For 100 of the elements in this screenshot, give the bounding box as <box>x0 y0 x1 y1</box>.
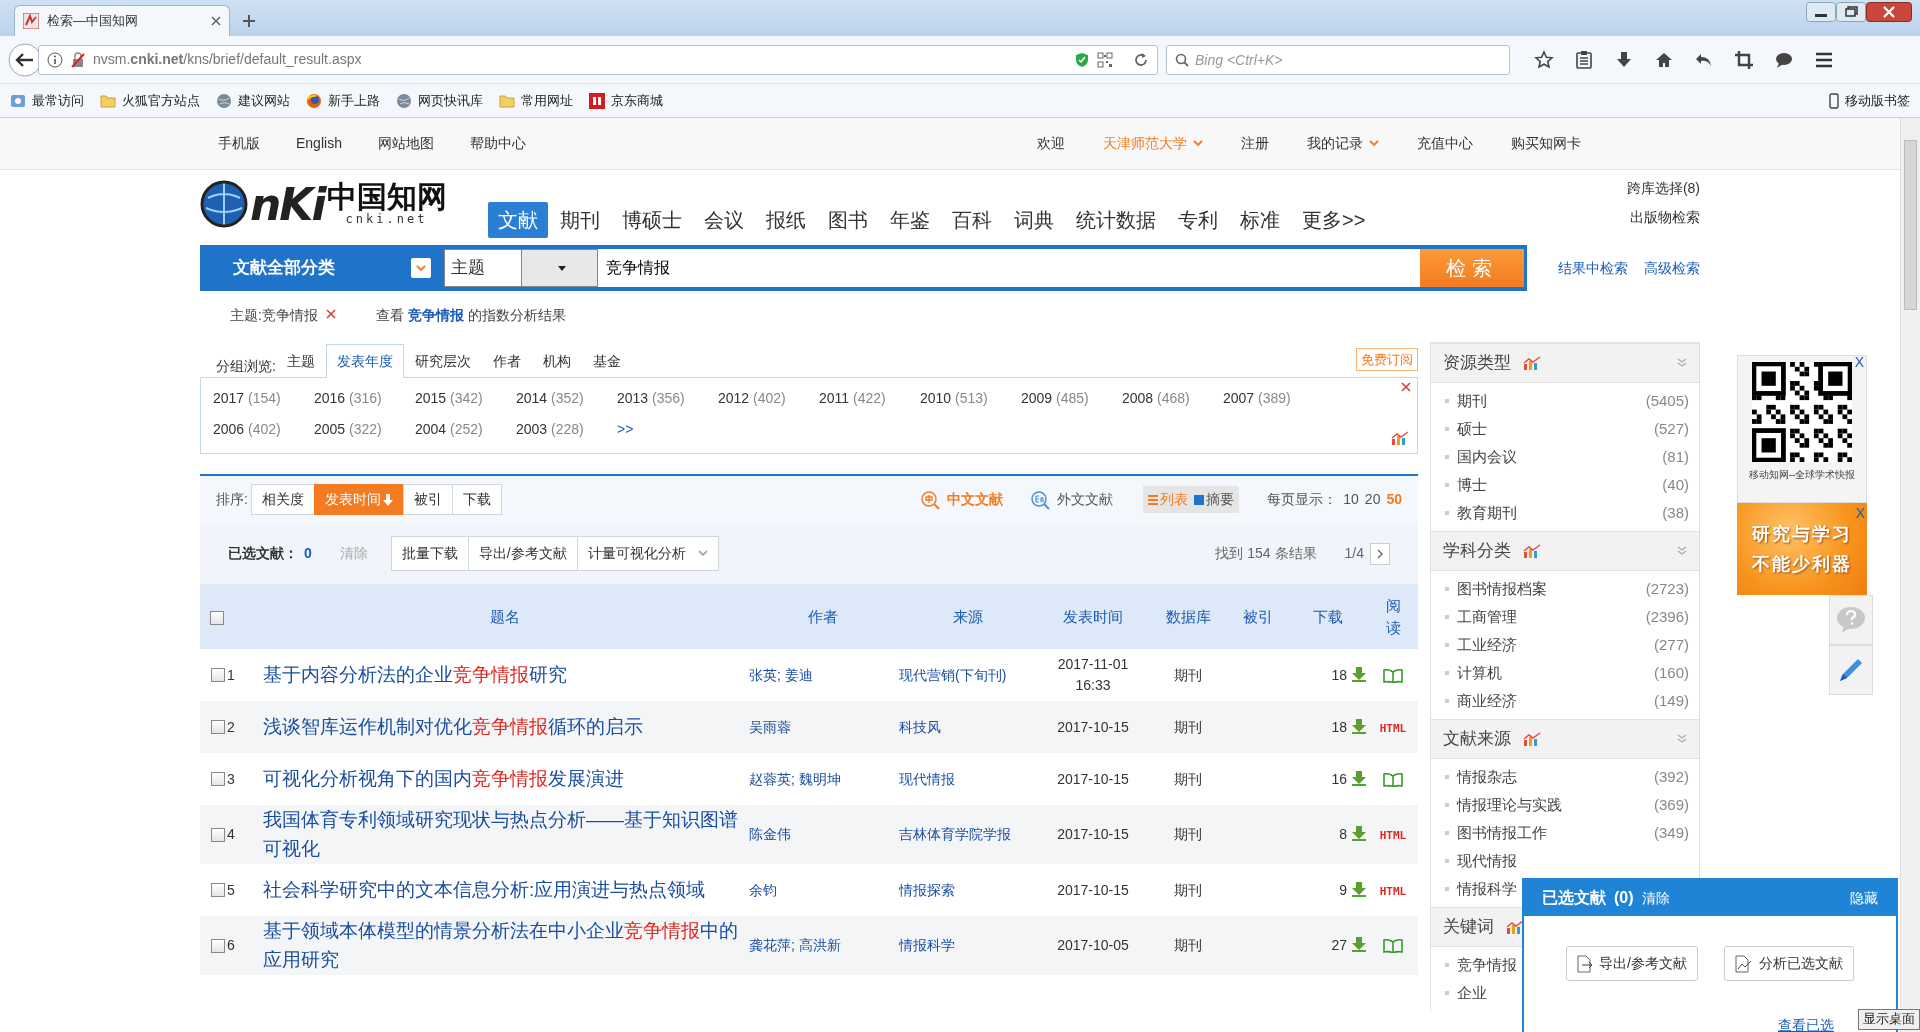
nav-link[interactable]: English <box>296 133 342 154</box>
field-select[interactable]: 主题 <box>444 249 598 287</box>
category-dropdown[interactable]: 文献全部分类 <box>203 248 441 288</box>
year-link[interactable]: 2012 <box>718 390 750 406</box>
facet-link[interactable]: 情报科学 <box>1457 877 1517 901</box>
author-link[interactable]: 陈金伟 <box>749 826 791 842</box>
bookmark-item[interactable]: 新手上路 <box>306 90 380 111</box>
author-link[interactable]: 余钧 <box>749 881 777 898</box>
action-button[interactable]: 导出/参考文献 <box>467 536 578 571</box>
facet-link[interactable]: 企业 <box>1457 981 1487 1005</box>
source-link[interactable]: 情报科学 <box>899 937 955 953</box>
facet-link[interactable]: 工商管理 <box>1457 605 1517 629</box>
facet-header[interactable]: 学科分类 <box>1431 531 1699 571</box>
database-tab[interactable]: 专利 <box>1168 202 1228 238</box>
chevron-down-icon[interactable] <box>1193 140 1203 147</box>
database-tab[interactable]: 词典 <box>1004 202 1064 238</box>
facet-header[interactable]: 文献来源 <box>1431 719 1699 759</box>
new-tab-icon[interactable] <box>242 14 256 28</box>
bookmark-item[interactable]: 网页快讯库 <box>396 90 483 111</box>
restore-icon[interactable] <box>1836 2 1866 22</box>
link[interactable]: 跨库选择(8) <box>1626 178 1700 199</box>
facet-link[interactable]: 硕士 <box>1457 417 1487 441</box>
facet-header[interactable]: 资源类型 <box>1431 343 1699 383</box>
link[interactable]: 结果中检索 <box>1558 257 1628 279</box>
row-checkbox[interactable] <box>211 772 225 786</box>
html-reader-link[interactable]: HTML <box>1379 829 1407 842</box>
collapse-icon[interactable] <box>1677 358 1687 368</box>
row-checkbox[interactable] <box>211 668 225 682</box>
sort-button[interactable]: 下载 <box>451 484 502 515</box>
shield-icon[interactable] <box>1075 51 1089 68</box>
link[interactable]: 高级检索 <box>1644 257 1700 279</box>
facet-link[interactable]: 竞争情报 <box>1457 953 1517 977</box>
browser-tab[interactable]: 检索—中国知网 <box>14 5 230 36</box>
link[interactable]: 出版物检索 <box>1630 207 1700 228</box>
facet-link[interactable]: 情报杂志 <box>1457 765 1517 789</box>
year-link[interactable]: 2017 <box>213 390 245 406</box>
ad-close-button[interactable]: X <box>1854 352 1864 373</box>
author-link[interactable]: 龚花萍; 高洪新 <box>749 937 841 953</box>
author-link[interactable]: 吴雨蓉 <box>749 718 791 735</box>
download-icon[interactable] <box>1351 880 1367 897</box>
html-reader-link[interactable]: HTML <box>1379 721 1407 735</box>
source-link[interactable]: 科技风 <box>899 718 941 735</box>
chevron-down-icon[interactable] <box>1369 140 1379 147</box>
book-icon[interactable] <box>1383 772 1403 787</box>
panel-button[interactable]: 分析已选文献 <box>1723 946 1854 981</box>
database-tab[interactable]: 文献 <box>488 202 548 238</box>
facet-link[interactable]: 博士 <box>1457 473 1487 497</box>
year-link[interactable]: 2013 <box>617 390 649 406</box>
author-link[interactable]: 赵蓉英; 魏明坤 <box>749 770 841 787</box>
panel-button[interactable]: 导出/参考文献 <box>1566 946 1698 981</box>
year-link[interactable]: 2006 <box>213 421 245 437</box>
crop-icon[interactable] <box>1734 49 1754 70</box>
chart-icon[interactable] <box>1391 431 1409 445</box>
year-link[interactable]: 2007 <box>1223 390 1255 406</box>
search-field[interactable]: Bing <Ctrl+K> <box>1166 44 1510 75</box>
bookmark-item[interactable]: 建议网站 <box>216 90 290 111</box>
nav-link[interactable]: 我的记录 <box>1288 133 1398 154</box>
facet-link[interactable]: 情报理论与实践 <box>1457 793 1562 817</box>
collapse-icon[interactable] <box>1677 734 1687 744</box>
year-link[interactable]: 2003 <box>516 421 548 437</box>
row-checkbox[interactable] <box>211 938 225 953</box>
database-tab[interactable]: 百科 <box>942 202 1002 238</box>
chart-icon[interactable] <box>1523 732 1541 746</box>
database-tab[interactable]: 报纸 <box>756 202 816 238</box>
nav-link[interactable]: 帮助中心 <box>469 133 526 154</box>
facet-link[interactable]: 商业经济 <box>1457 689 1517 713</box>
column-header[interactable]: 数据库 <box>1165 607 1211 625</box>
year-link[interactable]: 2008 <box>1122 390 1154 406</box>
more-link[interactable]: >> <box>617 419 718 440</box>
nav-link[interactable]: 注册 <box>1222 133 1288 154</box>
year-link[interactable]: 2005 <box>314 421 346 437</box>
database-tab[interactable]: 更多>> <box>1292 202 1376 238</box>
download-icon[interactable] <box>1351 717 1367 734</box>
search-input[interactable]: 竞争情报 <box>598 249 1420 287</box>
qr-code[interactable] <box>1752 362 1852 462</box>
facet-link[interactable]: 现代情报 <box>1457 849 1517 873</box>
chart-icon[interactable] <box>1523 544 1541 558</box>
year-link[interactable]: 2014 <box>516 390 548 406</box>
group-tab[interactable]: 发表年度 <box>325 344 404 378</box>
column-header[interactable]: 被引 <box>1243 607 1273 625</box>
nav-link[interactable]: 欢迎 <box>1018 133 1084 154</box>
remove-icon[interactable] <box>325 309 336 319</box>
group-tab[interactable]: 主题 <box>275 344 326 378</box>
address-bar[interactable]: nvsm.cnki.net/kns/brief/default_result.aspx <box>38 44 1158 75</box>
column-header[interactable]: 下载 <box>1313 607 1343 625</box>
facet-link[interactable]: 期刊 <box>1457 389 1487 413</box>
author-link[interactable]: 张英; 姜迪 <box>749 666 813 683</box>
row-checkbox[interactable] <box>211 720 225 734</box>
view-selected-link[interactable]: 查看已选 <box>1778 1015 1834 1032</box>
download-icon[interactable] <box>1351 769 1367 786</box>
keyword-link[interactable]: 竞争情报 <box>407 307 464 323</box>
group-tab[interactable]: 机构 <box>531 344 582 378</box>
group-tab[interactable]: 基金 <box>581 344 632 378</box>
next-page-button[interactable] <box>1370 542 1390 565</box>
database-tab[interactable]: 标准 <box>1230 202 1290 238</box>
action-button[interactable]: 批量下载 <box>390 536 469 571</box>
download-icon[interactable] <box>1351 825 1367 841</box>
year-link[interactable]: 2010 <box>920 390 952 406</box>
book-icon[interactable] <box>1383 939 1403 954</box>
year-link[interactable]: 2016 <box>314 390 346 406</box>
